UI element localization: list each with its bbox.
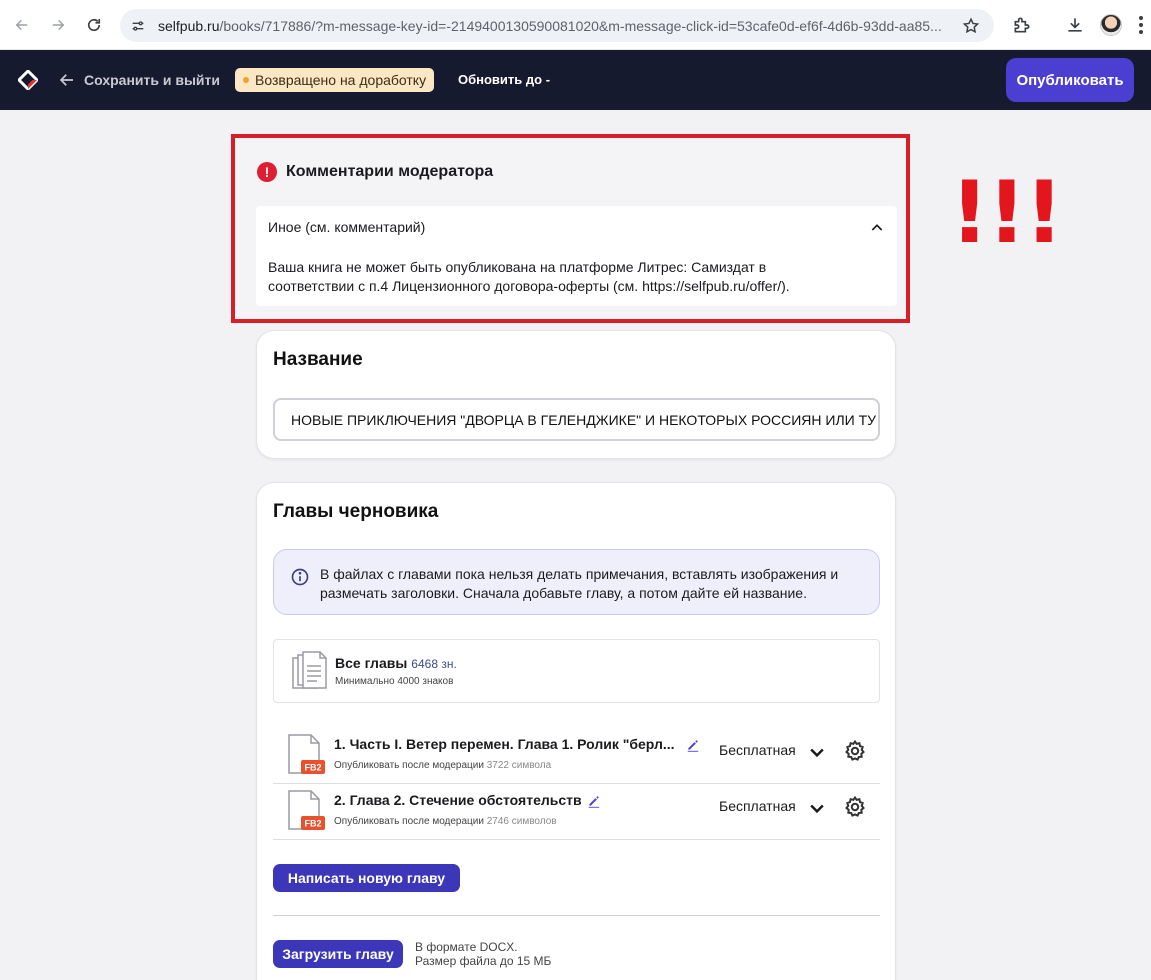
info-notice: В файлах с главами пока нельзя делать пр… (273, 549, 880, 615)
info-icon (291, 568, 309, 586)
chapter-price-label: Бесплатная (719, 798, 796, 814)
write-new-chapter-button[interactable]: Написать новую главу (273, 864, 460, 892)
arrow-left-icon (59, 74, 73, 86)
chevron-down-icon[interactable] (807, 742, 827, 762)
chapter-status: Опубликовать после модерации (334, 760, 484, 771)
documents-stack-icon (292, 651, 327, 689)
save-and-exit-link[interactable]: Сохранить и выйти (58, 69, 220, 91)
site-settings-icon[interactable] (130, 18, 146, 34)
edit-pencil-icon[interactable] (587, 794, 601, 808)
chapter-meta: Опубликовать после модерации 2746 символ… (334, 816, 557, 827)
status-badge: Возвращено на доработку (235, 68, 435, 92)
status-label: Возвращено на доработку (255, 72, 427, 88)
file-badge: FB2 (304, 819, 321, 829)
menu-icon[interactable] (1139, 16, 1143, 34)
chapter-char-count: 3722 символа (486, 760, 552, 771)
moderator-reason: Иное (см. комментарий) (268, 219, 426, 235)
status-dot-icon (243, 77, 249, 83)
exclamation-annotation: !!! (950, 163, 1064, 263)
title-card: Название НОВЫЕ ПРИКЛЮЧЕНИЯ "ДВОРЦА В ГЕЛ… (256, 330, 896, 459)
chapter-char-count: 2746 символов (486, 816, 557, 827)
book-title-input[interactable]: НОВЫЕ ПРИКЛЮЧЕНИЯ "ДВОРЦА В ГЕЛЕНДЖИКЕ" … (273, 398, 880, 441)
chapter-row[interactable]: FB2 2. Глава 2. Стечение обстоятельств О… (273, 784, 880, 840)
upload-note-line-2: Размер файла до 15 МБ (415, 954, 552, 968)
back-arrow-icon[interactable] (11, 14, 33, 36)
publish-button[interactable]: Опубликовать (1006, 58, 1134, 102)
draft-chapters-card: Главы черновика В файлах с главами пока … (256, 482, 896, 980)
reload-icon[interactable] (83, 14, 105, 36)
editor-header: Сохранить и выйти Возвращено на доработк… (0, 50, 1151, 110)
moderator-comment-line-1: Ваша книга не может быть опубликована на… (268, 259, 767, 275)
moderator-comment-line-2: соответствии с п.4 Лицензионного договор… (268, 278, 790, 294)
profile-avatar[interactable] (1100, 14, 1122, 36)
gear-icon[interactable] (843, 739, 867, 763)
moderator-comment-text: Ваша книга не может быть опубликована на… (268, 258, 868, 296)
upload-note-line-1: В формате DOCX. (415, 940, 518, 954)
chapter-price-label: Бесплатная (719, 742, 796, 758)
chevron-down-icon[interactable] (807, 798, 827, 818)
chapters-heading: Главы черновика (273, 501, 439, 522)
upload-chapter-button[interactable]: Загрузить главу (273, 940, 403, 968)
url-text: selfpub.ru/books/717886/?m-message-key-i… (158, 18, 948, 34)
forward-arrow-icon[interactable] (47, 14, 69, 36)
extensions-icon[interactable] (1012, 15, 1032, 35)
chapter-title[interactable]: 2. Глава 2. Стечение обстоятельств (334, 792, 582, 808)
fb2-file-icon: FB2 (288, 734, 325, 774)
chapter-row[interactable]: FB2 1. Часть I. Ветер перемен. Глава 1. … (273, 728, 880, 784)
address-bar[interactable]: selfpub.ru/books/717886/?m-message-key-i… (120, 9, 994, 42)
chevron-up-icon[interactable] (869, 220, 885, 236)
moderator-comments-panel: ! Комментарии модератора Иное (см. комме… (231, 134, 910, 323)
bookmark-star-icon[interactable] (962, 17, 980, 35)
chapter-status: Опубликовать после модерации (334, 816, 484, 827)
moderator-comments-heading: ! Комментарии модератора (257, 162, 493, 182)
all-chapters-title: Все главы 6468 зн. (335, 655, 457, 671)
chapter-meta: Опубликовать после модерации 3722 символ… (334, 760, 551, 771)
edit-pencil-icon[interactable] (686, 738, 700, 752)
url-path: /books/717886/?m-message-key-id=-2149400… (219, 17, 942, 34)
gear-icon[interactable] (843, 795, 867, 819)
save-and-exit-label: Сохранить и выйти (84, 72, 220, 88)
download-icon[interactable] (1065, 15, 1085, 35)
title-heading: Название (273, 349, 363, 370)
chapter-title[interactable]: 1. Часть I. Ветер перемен. Глава 1. Роли… (334, 736, 675, 752)
info-line-2: размечать заголовки. Сначала добавьте гл… (320, 585, 807, 601)
logo-icon[interactable] (18, 70, 38, 90)
info-line-1: В файлах с главами пока нельзя делать пр… (320, 566, 839, 582)
fb2-file-icon: FB2 (288, 790, 325, 830)
all-chapters-count: 6468 зн. (411, 657, 457, 671)
update-to-link[interactable]: Обновить до - (458, 72, 550, 87)
browser-toolbar: selfpub.ru/books/717886/?m-message-key-i… (0, 0, 1151, 50)
all-chapters-label: Все главы (335, 655, 408, 671)
moderator-comment-card: Иное (см. комментарий) Ваша книга не мож… (256, 206, 897, 306)
url-host: selfpub.ru (158, 17, 220, 34)
file-badge: FB2 (304, 763, 321, 773)
section-divider (273, 915, 880, 916)
alert-icon: ! (257, 162, 277, 182)
all-chapters-summary[interactable]: Все главы 6468 зн. Минимально 4000 знаков (273, 639, 880, 703)
upload-format-note: В формате DOCX. Размер файла до 15 МБ (415, 940, 551, 968)
moderator-comments-title: Комментарии модератора (286, 163, 494, 180)
info-text: В файлах с главами пока нельзя делать пр… (320, 565, 865, 603)
minimum-chars-note: Минимально 4000 знаков (335, 676, 454, 687)
